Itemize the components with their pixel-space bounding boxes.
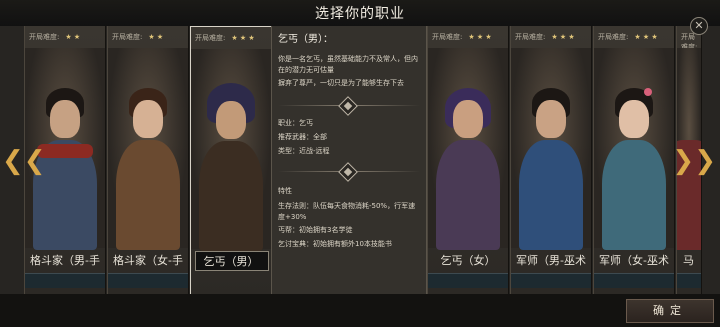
character-portrait bbox=[428, 48, 508, 250]
character-portrait bbox=[594, 48, 674, 250]
class-card-strategist-female[interactable]: 开局难度: ★ ★ ★ 军师（女-巫术 bbox=[593, 26, 675, 294]
class-name: 格斗家（女-手 bbox=[113, 254, 183, 267]
card-footer-strip bbox=[428, 273, 508, 288]
class-card-fighter-female[interactable]: 开局难度: ★ ★ 格斗家（女-手 bbox=[107, 26, 189, 294]
trait-survival: 生存法则：队伍每天食物消耗-50%，行军速度+30% bbox=[278, 202, 416, 221]
difficulty-stars: ★ ★ ★ bbox=[231, 34, 255, 42]
detail-description: 你是一名乞丐，虽然基础能力不及常人，但内在的潜力无可估量 bbox=[278, 55, 418, 74]
trait-begging-manual: 乞讨宝典：初始拥有额外10本技能书 bbox=[278, 240, 392, 248]
difficulty-label: 开局难度: ★ ★ ★ bbox=[195, 34, 255, 42]
traits-title: 特性 bbox=[278, 187, 292, 195]
page-title: 选择你的职业 bbox=[315, 6, 405, 22]
difficulty-stars: ★ ★ ★ bbox=[551, 33, 575, 41]
detail-title: 乞丐（男）： bbox=[278, 34, 333, 45]
class-card-strategist-male[interactable]: 开局难度: ★ ★ ★ 军师（男-巫术 bbox=[510, 26, 592, 294]
difficulty-label: 开局难度: ★ ★ ★ bbox=[598, 33, 658, 41]
confirm-button[interactable]: 确定 bbox=[626, 299, 714, 323]
lotus-emblem-icon bbox=[338, 162, 358, 182]
card-footer-strip bbox=[108, 273, 188, 288]
class-card-beggar-male[interactable]: 开局难度: ★ ★ ★ 乞丐（男） bbox=[190, 26, 272, 296]
diamond-emblem-icon bbox=[338, 96, 358, 116]
header-bar: 选择你的职业 bbox=[0, 0, 720, 26]
card-footer-strip bbox=[594, 273, 674, 288]
detail-type: 类型：近战-远程 bbox=[278, 147, 330, 155]
class-name: 马 bbox=[683, 254, 694, 267]
prev-arrow-icon[interactable]: ❮❮ bbox=[2, 146, 46, 176]
detail-job: 职业：乞丐 bbox=[278, 119, 313, 127]
next-arrow-icon[interactable]: ❯❯ bbox=[672, 146, 716, 176]
difficulty-label: 开局难度: ★ ★ bbox=[29, 33, 81, 41]
trait-beggar-gang: 丐帮：初始拥有3名学徒 bbox=[278, 226, 353, 234]
character-portrait bbox=[511, 48, 591, 250]
close-icon[interactable]: ✕ bbox=[690, 17, 708, 35]
footer-bar: 确定 bbox=[0, 294, 720, 327]
card-footer-strip bbox=[25, 273, 105, 288]
class-name: 乞丐（男） bbox=[203, 255, 259, 268]
character-selection-stage: ❮❮ ❯❯ 开局难度: ★ ★ 格斗家（男-手 开局难度: ★ ★ 格斗家（女-手 … bbox=[0, 26, 720, 296]
detail-motto: 摒弃了尊严，一切只是为了能够生存下去 bbox=[278, 79, 404, 87]
character-portrait bbox=[108, 48, 188, 250]
card-footer-strip bbox=[511, 273, 591, 288]
difficulty-stars: ★ ★ ★ bbox=[634, 33, 658, 41]
class-card-beggar-female[interactable]: 开局难度: ★ ★ ★ 乞丐（女） bbox=[427, 26, 509, 294]
difficulty-label: 开局难度: ★ ★ bbox=[112, 33, 164, 41]
character-portrait bbox=[191, 49, 271, 251]
class-name: 军师（男-巫术 bbox=[516, 254, 586, 267]
difficulty-label: 开局难度: ★ ★ ★ bbox=[432, 33, 492, 41]
class-name: 军师（女-巫术 bbox=[599, 254, 669, 267]
difficulty-stars: ★ ★ bbox=[65, 33, 81, 41]
class-name: 乞丐（女） bbox=[440, 254, 496, 267]
card-footer-strip bbox=[677, 273, 701, 288]
difficulty-label: 开局难度: ★ ★ ★ bbox=[515, 33, 575, 41]
difficulty-stars: ★ ★ bbox=[148, 33, 164, 41]
detail-weapon: 推荐武器：全部 bbox=[278, 133, 327, 141]
class-detail-panel: 乞丐（男）： 你是一名乞丐，虽然基础能力不及常人，但内在的潜力无可估量 摒弃了尊… bbox=[271, 26, 427, 294]
class-name: 格斗家（男-手 bbox=[30, 254, 100, 267]
difficulty-stars: ★ ★ ★ bbox=[468, 33, 492, 41]
